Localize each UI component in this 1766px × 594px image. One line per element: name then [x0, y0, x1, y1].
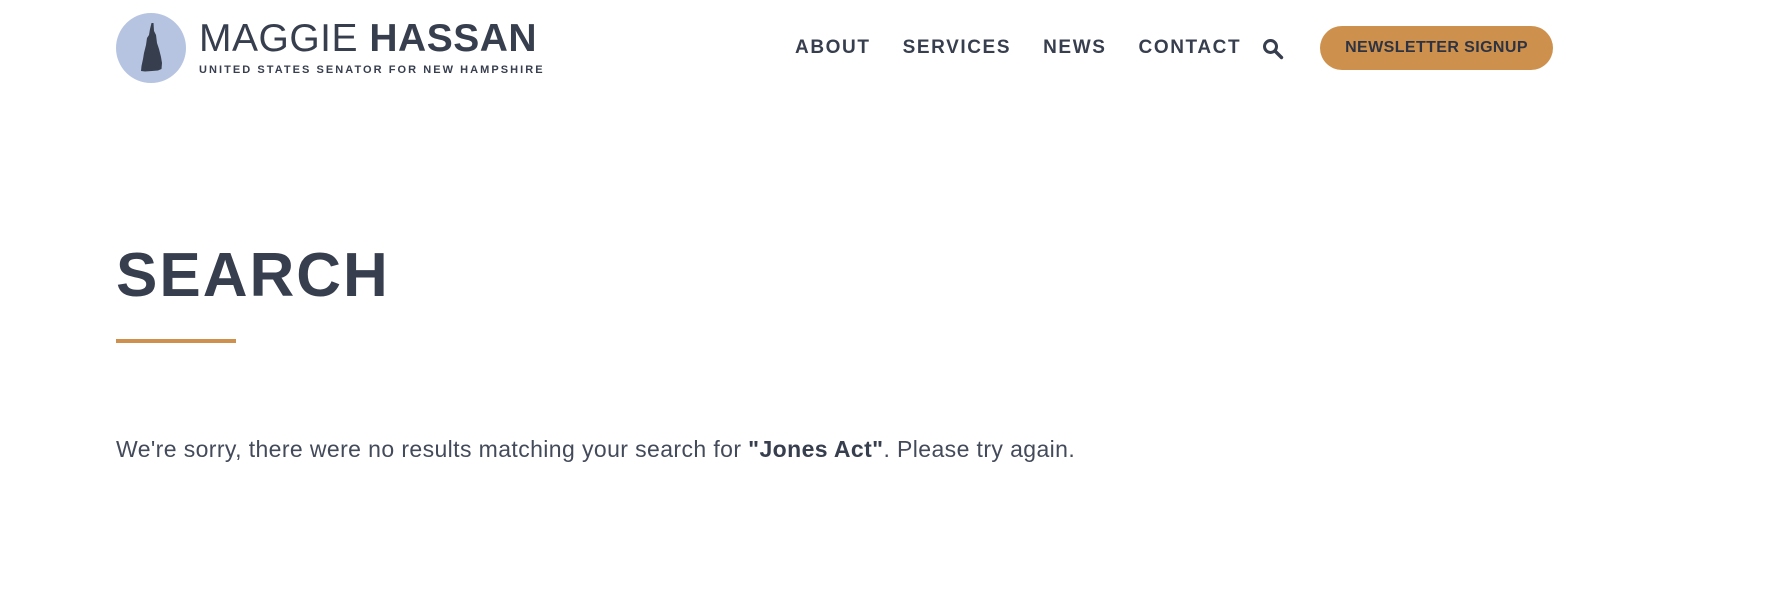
search-icon[interactable] — [1262, 38, 1284, 60]
logo-tagline: UNITED STATES SENATOR FOR NEW HAMPSHIRE — [199, 64, 545, 76]
page-title: SEARCH — [116, 241, 390, 310]
message-suffix: . Please try again. — [883, 436, 1076, 462]
newsletter-signup-button[interactable]: NEWSLETTER SIGNUP — [1320, 26, 1553, 70]
message-prefix: We're sorry, there were no results match… — [116, 436, 749, 462]
last-name: HASSAN — [369, 17, 538, 60]
nav-services[interactable]: SERVICES — [903, 34, 1012, 62]
search-query: "Jones Act" — [748, 436, 884, 462]
senator-name: MAGGIE HASSAN — [199, 17, 545, 60]
no-results-message: We're sorry, there were no results match… — [116, 434, 1075, 464]
logo-text: MAGGIE HASSAN UNITED STATES SENATOR FOR … — [199, 17, 545, 76]
nav-about[interactable]: ABOUT — [795, 34, 871, 62]
nav-contact[interactable]: CONTACT — [1139, 34, 1242, 62]
site-header: MAGGIE HASSAN UNITED STATES SENATOR FOR … — [0, 0, 1766, 105]
nav-news[interactable]: NEWS — [1043, 34, 1106, 62]
site-logo[interactable]: MAGGIE HASSAN UNITED STATES SENATOR FOR … — [116, 13, 545, 83]
first-name: MAGGIE — [199, 17, 359, 60]
main-nav: ABOUT SERVICES NEWS CONTACT — [795, 34, 1273, 62]
new-hampshire-seal-icon — [116, 13, 186, 83]
title-underline — [116, 339, 236, 343]
